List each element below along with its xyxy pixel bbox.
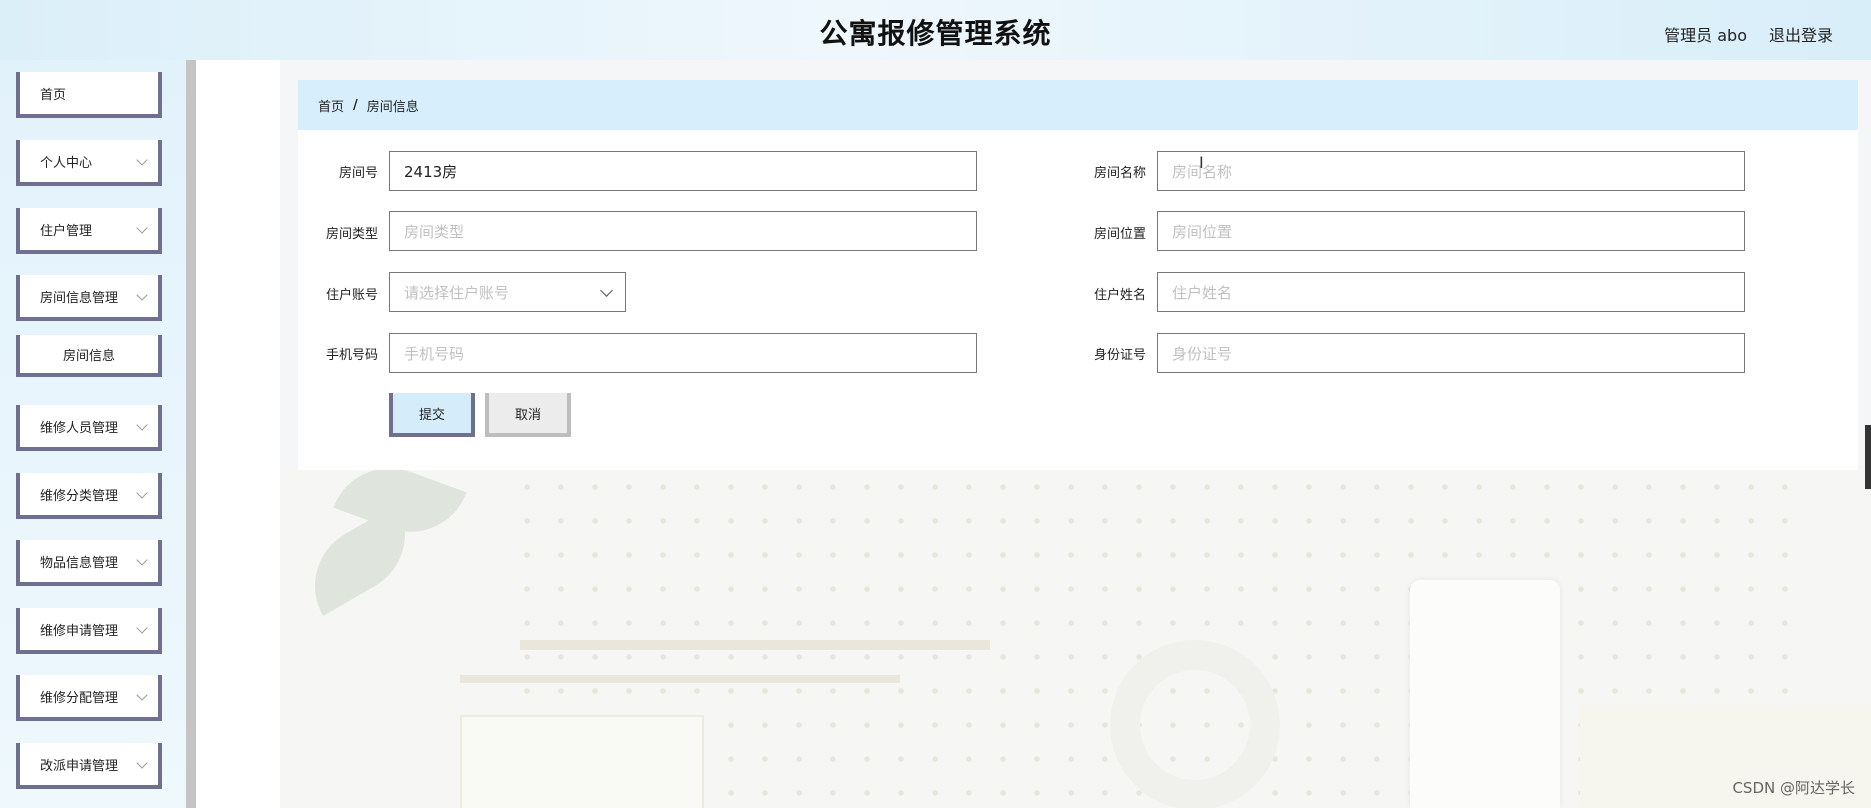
shelf-decoration — [520, 640, 990, 650]
sidebar-item-label: 改派申请管理 — [40, 758, 119, 774]
id-card-label: 身份证号 — [1093, 348, 1146, 363]
sidebar-item-repair-request-management[interactable]: 维修申请管理 — [16, 608, 162, 654]
box-decoration — [460, 715, 704, 808]
chevron-down-icon — [136, 622, 148, 634]
id-card-input[interactable]: 身份证号 — [1157, 333, 1745, 373]
sidebar-item-repair-category-management[interactable]: 维修分类管理 — [16, 473, 162, 519]
sidebar-item-room-info-management[interactable]: 房间信息管理 — [16, 275, 162, 321]
sidebar-item-home[interactable]: 首页 — [16, 72, 162, 118]
breadcrumb-separator: / — [353, 97, 358, 113]
cylinder-decoration — [1410, 580, 1560, 808]
sidebar-subitem-room-info[interactable]: 房间信息 — [16, 335, 162, 377]
cancel-button[interactable]: 取消 — [485, 393, 571, 437]
room-type-input[interactable]: 房间类型 — [389, 211, 977, 251]
sidebar-scrollbar[interactable] — [186, 60, 196, 808]
app-title: 公寓报修管理系统 — [819, 17, 1052, 50]
top-header: 公寓报修管理系统 管理员 abo 退出登录 — [0, 0, 1871, 60]
resident-account-label: 住户账号 — [325, 288, 378, 303]
chevron-down-icon — [136, 487, 148, 499]
sidebar-item-label: 维修人员管理 — [40, 420, 119, 436]
ring-decoration — [1110, 640, 1280, 808]
logout-link[interactable]: 退出登录 — [1769, 22, 1833, 46]
current-user-label: 管理员 abo — [1664, 26, 1747, 45]
breadcrumb: 首页 / 房间信息 — [298, 80, 1858, 130]
phone-input[interactable]: 手机号码 — [389, 333, 977, 373]
resident-name-input[interactable]: 住户姓名 — [1157, 272, 1745, 312]
sidebar-item-label: 住户管理 — [40, 223, 93, 239]
chevron-down-icon — [136, 154, 148, 166]
watermark: CSDN @阿达学长 — [1732, 779, 1855, 797]
sidebar-item-label: 首页 — [40, 87, 67, 103]
sidebar-item-label: 维修分类管理 — [40, 488, 119, 504]
sidebar-subitem-label: 房间信息 — [62, 348, 115, 364]
room-name-input[interactable]: 房间名称 — [1157, 151, 1745, 191]
sidebar-item-resident-management[interactable]: 住户管理 — [16, 208, 162, 254]
sidebar-item-personal-center[interactable]: 个人中心 — [16, 140, 162, 186]
room-location-label: 房间位置 — [1093, 227, 1146, 242]
sidebar-gutter — [196, 60, 280, 808]
resident-account-select[interactable]: 请选择住户账号 — [389, 272, 626, 312]
sidebar-item-reassign-request-management[interactable]: 改派申请管理 — [16, 743, 162, 789]
room-no-label: 房间号 — [338, 166, 378, 181]
sidebar-item-repair-assignment-management[interactable]: 维修分配管理 — [16, 675, 162, 721]
resident-account-placeholder: 请选择住户账号 — [404, 283, 510, 302]
sidebar-item-label: 个人中心 — [40, 155, 93, 171]
chevron-down-icon — [136, 554, 148, 566]
room-name-label: 房间名称 — [1093, 166, 1146, 181]
text-cursor-icon: I — [1199, 153, 1204, 172]
chevron-down-icon — [136, 757, 148, 769]
sidebar-item-repair-staff-management[interactable]: 维修人员管理 — [16, 405, 162, 451]
sidebar-item-label: 维修分配管理 — [40, 690, 119, 706]
chevron-down-icon — [136, 419, 148, 431]
chevron-down-icon — [600, 284, 613, 297]
sidebar-item-label: 物品信息管理 — [40, 555, 119, 571]
room-location-input[interactable]: 房间位置 — [1157, 211, 1745, 251]
chevron-down-icon — [136, 222, 148, 234]
breadcrumb-home[interactable]: 首页 — [318, 96, 344, 115]
room-no-input[interactable]: 2413房 — [389, 151, 977, 191]
phone-label: 手机号码 — [325, 348, 378, 363]
submit-button[interactable]: 提交 — [389, 393, 475, 437]
shelf-decoration — [460, 675, 900, 683]
room-type-label: 房间类型 — [325, 227, 378, 242]
page-scroll-handle[interactable] — [1865, 425, 1871, 489]
sidebar-item-item-info-management[interactable]: 物品信息管理 — [16, 540, 162, 586]
sidebar-item-label: 房间信息管理 — [40, 290, 119, 306]
sidebar-item-label: 维修申请管理 — [40, 623, 119, 639]
background-decoration — [280, 470, 1871, 808]
resident-name-label: 住户姓名 — [1093, 288, 1146, 303]
chevron-down-icon — [136, 289, 148, 301]
breadcrumb-current: 房间信息 — [366, 99, 419, 115]
chevron-down-icon — [136, 689, 148, 701]
